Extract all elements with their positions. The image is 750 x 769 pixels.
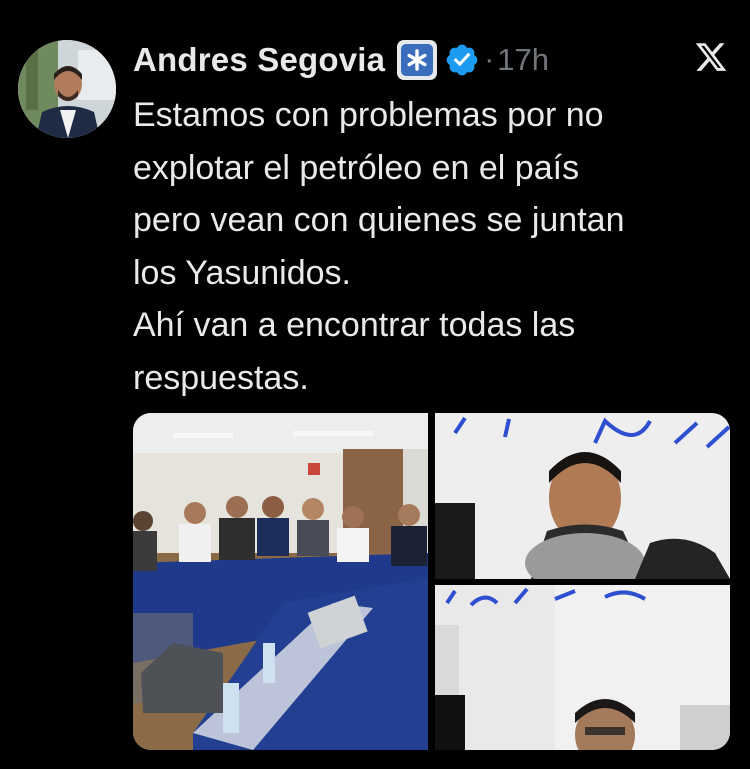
asterisk-badge-icon[interactable] [397, 40, 438, 80]
author-name[interactable]: Andres Segovia [133, 41, 385, 79]
tweet-text-line: Estamos con problemas por no [133, 96, 604, 134]
meeting-room-photo[interactable] [133, 413, 428, 750]
portrait-photo-bottom[interactable] [435, 585, 730, 750]
avatar-photo [18, 40, 116, 138]
tweet-text: Estamos con problemas por no explotar el… [133, 89, 733, 404]
tweet-text-line: explotar el petróleo en el país [133, 148, 580, 187]
tweet-text-line: respuestas. [133, 358, 309, 397]
tweet-text-line: los Yasunidos. [133, 253, 351, 292]
x-logo-icon[interactable] [693, 40, 729, 74]
portrait-photo-top[interactable] [435, 413, 730, 579]
post-timestamp[interactable]: 17h [497, 42, 549, 78]
author-avatar[interactable] [18, 40, 116, 138]
media-grid [133, 413, 730, 750]
tweet-text-line: Ahí van a encontrar todas las [133, 306, 576, 344]
tweet-text-line: pero vean con quienes se juntan [133, 201, 625, 239]
tweet-header: Andres Segovia · 17h [133, 38, 549, 82]
verified-badge-icon[interactable] [444, 42, 480, 78]
header-separator: · [484, 43, 495, 76]
